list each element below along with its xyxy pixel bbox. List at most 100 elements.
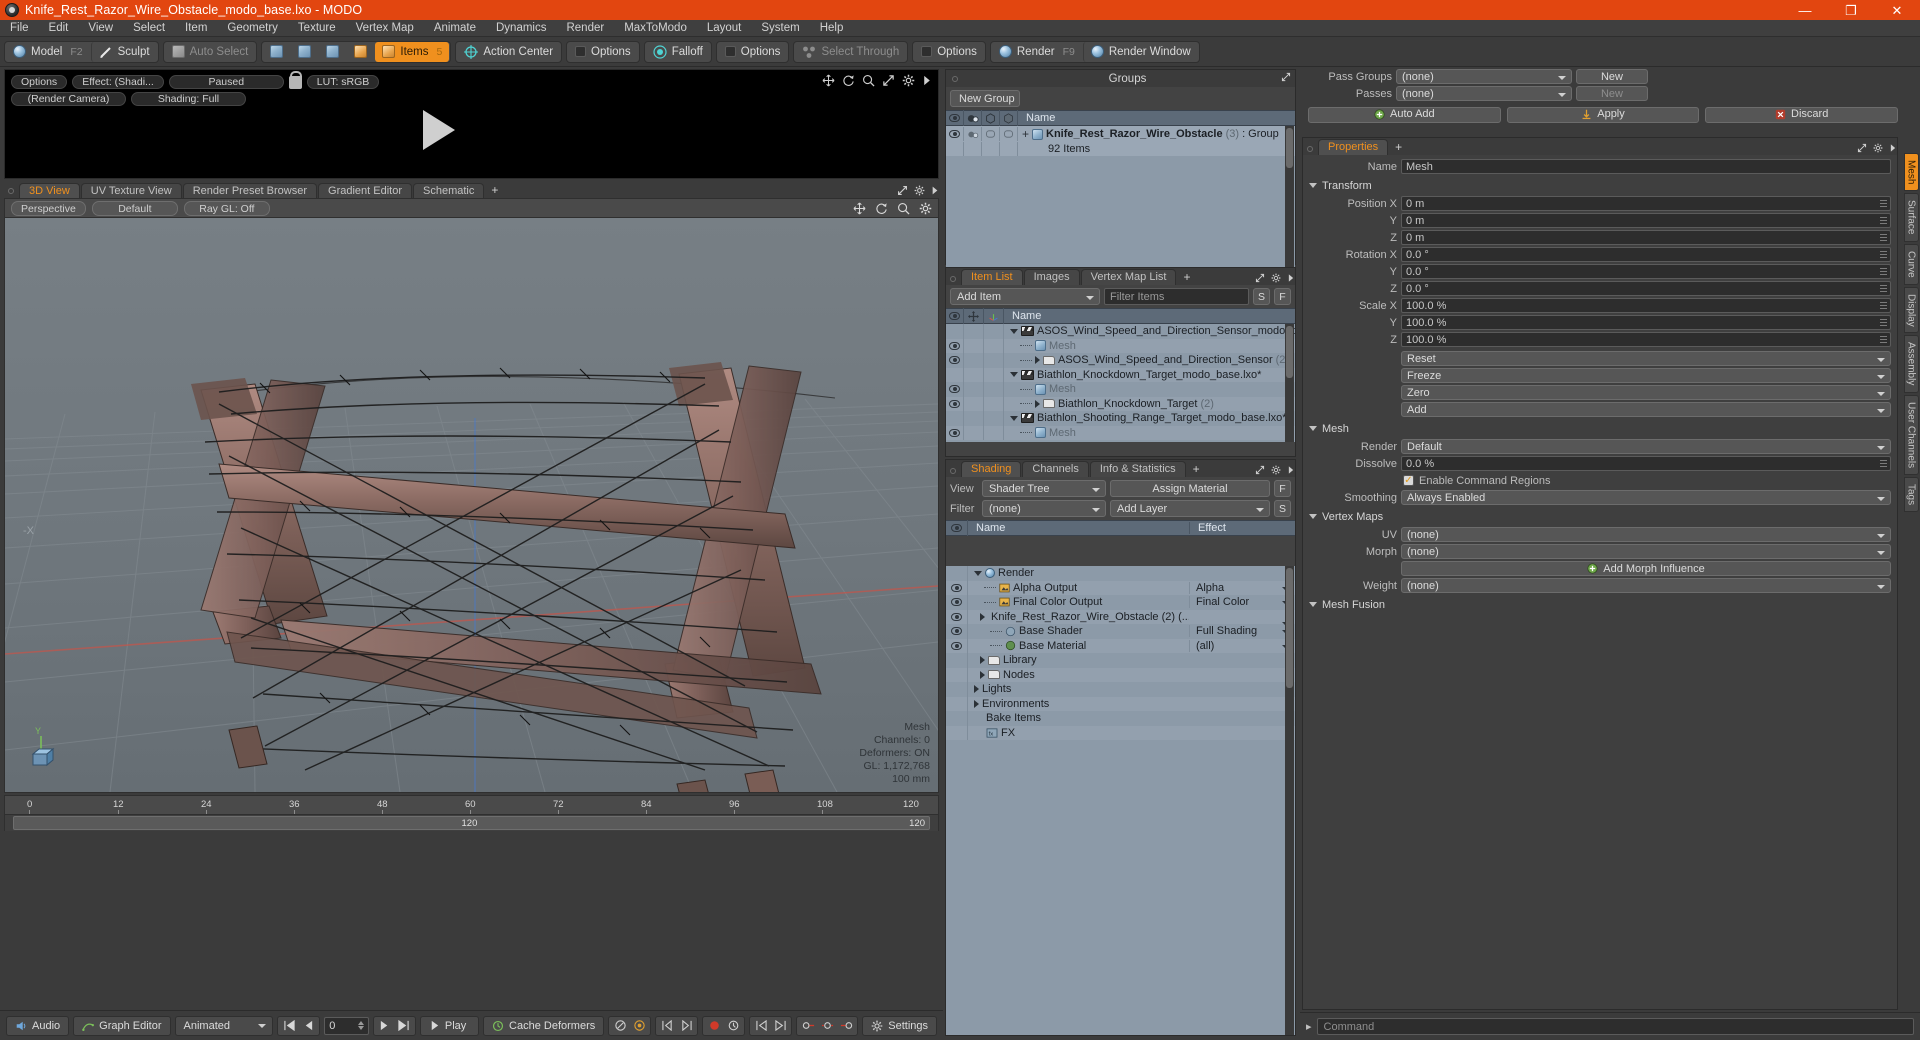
- falloff-button[interactable]: Falloff: [646, 42, 710, 62]
- goto-start-button[interactable]: [280, 1017, 298, 1035]
- expand-right-icon[interactable]: [1035, 399, 1040, 408]
- menu-render[interactable]: Render: [556, 20, 614, 37]
- viewport-more-icon[interactable]: [931, 185, 939, 196]
- key-next-button[interactable]: [677, 1017, 695, 1035]
- shading-list-body[interactable]: Render Alpha Output Alpha Final Color Ou…: [946, 566, 1295, 1035]
- menu-select[interactable]: Select: [123, 20, 175, 37]
- morph-dropdown[interactable]: (none): [1401, 544, 1891, 559]
- maximize-icon[interactable]: [1857, 143, 1867, 153]
- play-button[interactable]: Play: [419, 1015, 480, 1036]
- polygons-mode-button[interactable]: [319, 42, 346, 62]
- shader-tree-dropdown[interactable]: Shader Tree: [982, 480, 1106, 497]
- reset-dropdown[interactable]: Reset: [1401, 351, 1891, 366]
- expand-icon[interactable]: +: [1022, 127, 1029, 141]
- side-tab-display[interactable]: Display: [1903, 286, 1919, 334]
- eye-icon[interactable]: [951, 583, 962, 592]
- expand-right-icon[interactable]: [980, 612, 985, 621]
- side-tab-surface[interactable]: Surface: [1903, 193, 1919, 242]
- side-tab-user-channels[interactable]: User Channels: [1903, 394, 1919, 475]
- preview-shading-dropdown[interactable]: Shading: Full: [131, 92, 246, 106]
- menu-edit[interactable]: Edit: [39, 20, 79, 37]
- edges-mode-button[interactable]: [291, 42, 318, 62]
- viewport-3d[interactable]: -X Z: [4, 217, 939, 793]
- panel-menu-dot-icon[interactable]: [950, 276, 956, 282]
- tab-render-preset-browser[interactable]: Render Preset Browser: [182, 183, 318, 198]
- tab-uv-texture-view[interactable]: UV Texture View: [80, 183, 182, 198]
- model-mode-button[interactable]: Model F2: [6, 42, 90, 62]
- maximize-icon[interactable]: [1255, 273, 1265, 283]
- weight-dropdown[interactable]: (none): [1401, 578, 1891, 593]
- transform-group-header[interactable]: Transform: [1309, 178, 1891, 193]
- settings-button[interactable]: Settings: [862, 1015, 937, 1036]
- fit-icon[interactable]: [882, 74, 895, 87]
- shader-row[interactable]: Base Material (all): [946, 638, 1295, 653]
- expand-down-icon[interactable]: [974, 570, 982, 576]
- shader-effect-dropdown[interactable]: (all): [1189, 639, 1295, 652]
- expand-down-icon[interactable]: [1010, 328, 1018, 334]
- preview-paused-button[interactable]: Paused: [168, 74, 284, 89]
- freeze-dropdown[interactable]: Freeze: [1401, 368, 1891, 383]
- select-through-button[interactable]: Select Through: [795, 42, 906, 62]
- position-x-field[interactable]: 0 m: [1401, 196, 1891, 211]
- loop-start-button[interactable]: [752, 1017, 770, 1035]
- menu-animate[interactable]: Animate: [424, 20, 486, 37]
- shader-row[interactable]: Base Shader Full Shading: [946, 624, 1295, 639]
- passes-dropdown[interactable]: (none): [1396, 86, 1572, 101]
- menu-layout[interactable]: Layout: [697, 20, 752, 37]
- vertices-mode-button[interactable]: [263, 42, 290, 62]
- uv-dropdown[interactable]: (none): [1401, 527, 1891, 542]
- sculpt-mode-button[interactable]: Sculpt: [90, 41, 157, 62]
- shading-f-button[interactable]: F: [1274, 480, 1291, 497]
- add-dropdown[interactable]: Add: [1401, 402, 1891, 417]
- enable-command-regions-checkbox[interactable]: ✓ Enable Command Regions: [1401, 473, 1891, 488]
- lock-icon[interactable]: [288, 71, 302, 89]
- falloff-options-button[interactable]: Options: [718, 42, 788, 62]
- shading-s-button[interactable]: S: [1274, 500, 1291, 517]
- preview-camera-dropdown[interactable]: (Render Camera): [11, 92, 126, 106]
- gear-icon[interactable]: [1873, 143, 1883, 153]
- zoom-icon[interactable]: [897, 202, 910, 215]
- current-frame-field[interactable]: 0: [324, 1016, 369, 1035]
- scale-x-field[interactable]: 100.0 %: [1401, 298, 1891, 313]
- menu-help[interactable]: Help: [810, 20, 854, 37]
- rotate-icon[interactable]: [875, 202, 888, 215]
- add-item-dropdown[interactable]: Add Item: [950, 288, 1100, 305]
- snap-left-button[interactable]: [799, 1017, 817, 1035]
- name-field[interactable]: Mesh: [1401, 159, 1891, 174]
- snap-mid-button[interactable]: [818, 1017, 836, 1035]
- list-item[interactable]: Biathlon_Shooting_Range_Target_modo_base…: [946, 411, 1295, 426]
- solo-toggle[interactable]: [630, 1017, 648, 1035]
- shader-row[interactable]: Library: [946, 653, 1295, 668]
- cache-deformers-button[interactable]: Cache Deformers: [483, 1015, 605, 1036]
- play-icon[interactable]: [922, 74, 932, 87]
- tab-shading[interactable]: Shading: [961, 461, 1022, 477]
- viewport-projection-dropdown[interactable]: Perspective: [11, 200, 86, 216]
- add-tab-button[interactable]: +: [1389, 140, 1408, 155]
- list-item[interactable]: Mesh: [946, 338, 1295, 353]
- auto-add-button[interactable]: Auto Add: [1308, 106, 1501, 123]
- scale-z-field[interactable]: 100.0 %: [1401, 332, 1891, 347]
- add-tab-button[interactable]: +: [1177, 270, 1196, 285]
- filter-s-button[interactable]: S: [1253, 288, 1270, 305]
- timeline-range[interactable]: 120 120: [13, 816, 930, 830]
- shader-row[interactable]: Lights: [946, 682, 1295, 697]
- expand-down-icon[interactable]: [1010, 372, 1018, 378]
- list-item[interactable]: Biathlon_Knockdown_Target_modo_base.lxo*: [946, 367, 1295, 382]
- list-item[interactable]: Mesh: [946, 425, 1295, 440]
- tab-channels[interactable]: Channels: [1022, 461, 1089, 477]
- expand-down-icon[interactable]: [1309, 514, 1317, 519]
- maximize-icon[interactable]: [1281, 72, 1291, 82]
- tab-3d-view[interactable]: 3D View: [19, 183, 80, 198]
- expand-right-icon[interactable]: [1035, 356, 1040, 365]
- dissolve-field[interactable]: 0.0 %: [1401, 456, 1891, 471]
- timeline-ruler[interactable]: 0 12 24 36 48 60 72 84 96 108 120: [5, 796, 938, 814]
- side-tab-tags[interactable]: Tags: [1903, 476, 1919, 513]
- items-mode-button[interactable]: Items 5: [375, 41, 450, 62]
- position-y-field[interactable]: 0 m: [1401, 213, 1891, 228]
- maximize-button[interactable]: ❐: [1828, 0, 1874, 20]
- minimize-button[interactable]: —: [1782, 0, 1828, 20]
- item-list-scrollbar[interactable]: [1285, 324, 1294, 442]
- new-group-button[interactable]: New Group: [950, 90, 1020, 107]
- panel-menu-dot-icon[interactable]: [950, 468, 956, 474]
- expand-right-icon[interactable]: [974, 699, 979, 708]
